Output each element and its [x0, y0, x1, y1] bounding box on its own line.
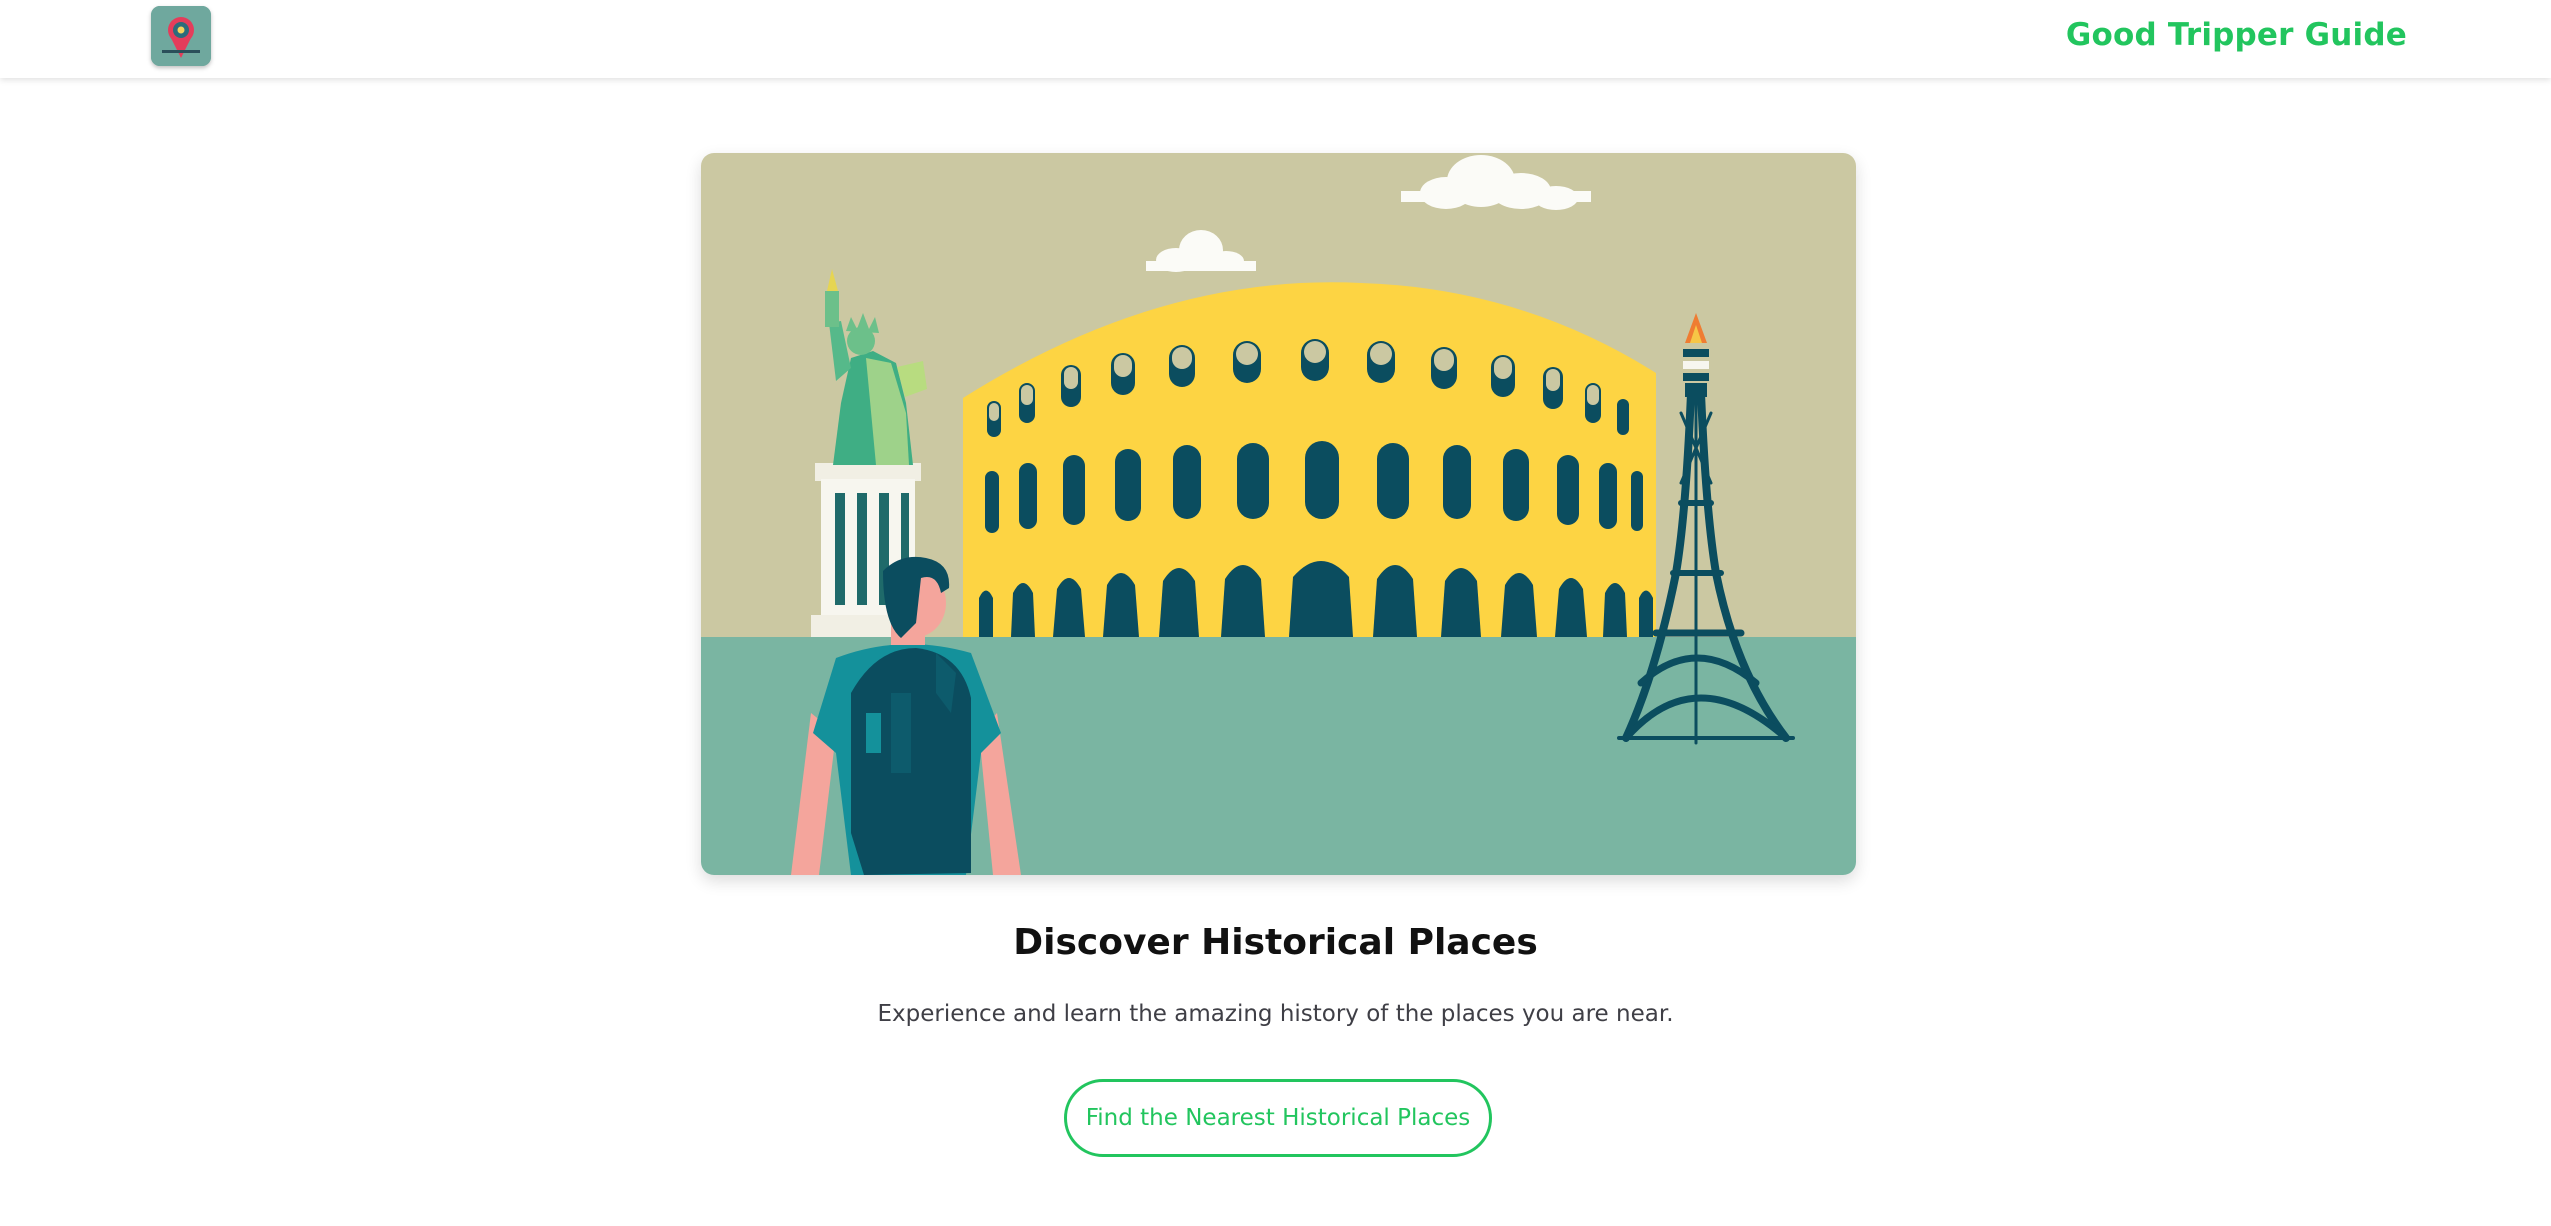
page-subtitle: Experience and learn the amazing history…	[877, 1001, 1674, 1027]
brand-name[interactable]: Good Tripper Guide	[2066, 17, 2407, 53]
map-pin-logo-icon	[151, 6, 211, 66]
hero-illustration	[701, 153, 1856, 875]
top-navigation-bar: Good Tripper Guide	[0, 0, 2551, 78]
app-logo[interactable]	[151, 6, 211, 66]
page-title: Discover Historical Places	[1013, 922, 1538, 963]
find-nearest-historical-places-button[interactable]: Find the Nearest Historical Places	[1064, 1079, 1492, 1157]
historical-landmarks-illustration	[701, 153, 1856, 875]
